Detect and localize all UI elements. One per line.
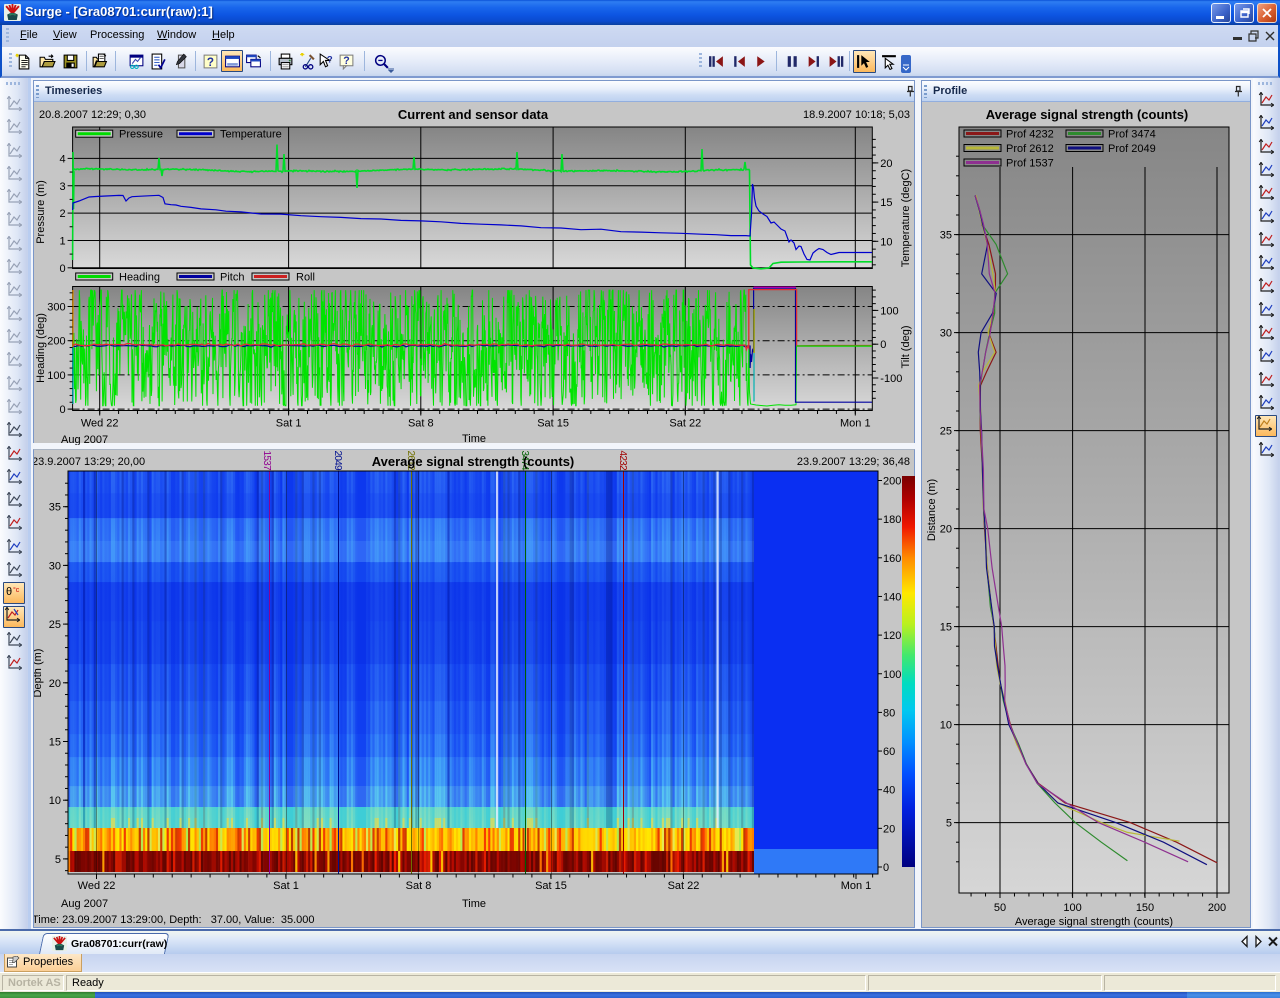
svg-text:140: 140: [883, 591, 901, 603]
svg-text:200: 200: [1208, 902, 1226, 914]
svg-text:Roll: Roll: [296, 272, 315, 284]
svg-text:Mon 1: Mon 1: [840, 418, 871, 430]
svg-text:25: 25: [940, 426, 952, 438]
svg-text:Sat 15: Sat 15: [535, 880, 567, 892]
svg-text:15: 15: [49, 737, 61, 749]
svg-text:Tilt (deg): Tilt (deg): [900, 326, 912, 369]
svg-text:°c: °c: [13, 586, 20, 594]
svg-text:35: 35: [49, 502, 61, 514]
svg-text:Time: Time: [462, 433, 486, 445]
svg-text:23.9.2007 13:29; 36,48: 23.9.2007 13:29; 36,48: [797, 456, 910, 468]
svg-text:Depth (m): Depth (m): [34, 649, 44, 698]
svg-text:5: 5: [55, 854, 61, 866]
svg-text:Average signal strength (count: Average signal strength (counts): [1015, 916, 1173, 928]
svg-text:Sat 1: Sat 1: [276, 418, 302, 430]
svg-text:Temperature: Temperature: [220, 129, 282, 141]
svg-text:80: 80: [883, 707, 895, 719]
svg-text:Time: 23.09.2007 13:29:00, Dep: Time: 23.09.2007 13:29:00, Depth: 37.00,…: [34, 914, 315, 926]
svg-text:Time: Time: [462, 898, 486, 910]
svg-text:1537: 1537: [261, 451, 272, 471]
svg-text:10: 10: [49, 795, 61, 807]
svg-text:20: 20: [880, 158, 892, 170]
svg-text:10: 10: [880, 236, 892, 248]
svg-text:Average signal strength (count: Average signal strength (counts): [372, 454, 575, 469]
svg-text:300: 300: [47, 302, 65, 314]
svg-text:Pitch: Pitch: [220, 272, 244, 284]
svg-text:100: 100: [880, 305, 898, 317]
svg-text:Heading: Heading: [119, 272, 160, 284]
svg-text:Wed 22: Wed 22: [81, 418, 119, 430]
svg-text:?: ?: [343, 55, 349, 67]
svg-text:Pressure (m): Pressure (m): [35, 180, 47, 244]
svg-text:18.9.2007 10:18; 5,03: 18.9.2007 10:18; 5,03: [803, 109, 910, 121]
svg-text:?: ?: [326, 54, 332, 65]
svg-text:0: 0: [880, 339, 886, 351]
svg-text:Mon 1: Mon 1: [841, 880, 872, 892]
svg-text:Distance (m): Distance (m): [926, 479, 938, 541]
svg-text:5: 5: [946, 818, 952, 830]
svg-text:2: 2: [59, 208, 65, 220]
svg-text:Temperature (degC): Temperature (degC): [900, 169, 912, 267]
svg-text:Current and sensor data: Current and sensor data: [398, 107, 549, 122]
svg-text:15: 15: [880, 197, 892, 209]
svg-text:15: 15: [940, 622, 952, 634]
svg-text:60: 60: [883, 746, 895, 758]
svg-text:180: 180: [883, 514, 901, 526]
svg-text:10: 10: [940, 720, 952, 732]
svg-text:Heading (deg): Heading (deg): [35, 313, 47, 383]
svg-text:Wed 22: Wed 22: [78, 880, 116, 892]
svg-text:200: 200: [47, 336, 65, 348]
svg-text:1: 1: [59, 235, 65, 247]
svg-text:Prof 3474: Prof 3474: [1108, 129, 1156, 141]
svg-text:Sat 22: Sat 22: [669, 418, 701, 430]
svg-text:Prof 2612: Prof 2612: [1006, 143, 1054, 155]
svg-text:30: 30: [940, 328, 952, 340]
svg-text:Aug 2007: Aug 2007: [61, 434, 108, 445]
svg-text:Prof 4232: Prof 4232: [1006, 129, 1054, 141]
svg-text:Pressure: Pressure: [119, 129, 163, 141]
svg-text:Sat 22: Sat 22: [668, 880, 700, 892]
svg-text:120: 120: [883, 630, 901, 642]
svg-text:Sat 8: Sat 8: [406, 880, 432, 892]
svg-text:20.8.2007 12:29; 0,30: 20.8.2007 12:29; 0,30: [39, 109, 146, 121]
svg-text:40: 40: [883, 785, 895, 797]
svg-text:θ: θ: [6, 586, 12, 598]
svg-text:0: 0: [59, 263, 65, 275]
svg-text:2049: 2049: [332, 451, 343, 471]
svg-text:Sat 8: Sat 8: [408, 418, 434, 430]
svg-text:4232: 4232: [617, 451, 628, 471]
svg-text:20: 20: [49, 678, 61, 690]
svg-text:30: 30: [49, 560, 61, 572]
svg-text:50: 50: [994, 902, 1006, 914]
svg-text:Aug 2007: Aug 2007: [61, 898, 108, 910]
svg-text:20: 20: [883, 823, 895, 835]
svg-text:23.9.2007 13:29; 20,00: 23.9.2007 13:29; 20,00: [34, 456, 145, 468]
svg-text:-100: -100: [880, 373, 902, 385]
svg-text:Prof 1537: Prof 1537: [1006, 158, 1054, 170]
svg-text:0: 0: [59, 404, 65, 416]
svg-text:?: ?: [206, 55, 213, 68]
svg-text:4: 4: [59, 153, 65, 165]
svg-text:100: 100: [47, 370, 65, 382]
svg-text:100: 100: [883, 669, 901, 681]
svg-text:100: 100: [1063, 902, 1081, 914]
svg-text:Prof 2049: Prof 2049: [1108, 143, 1156, 155]
svg-text:Average signal strength (count: Average signal strength (counts): [986, 107, 1189, 122]
svg-text:150: 150: [1136, 902, 1154, 914]
svg-text:20: 20: [940, 524, 952, 536]
svg-text:3: 3: [59, 181, 65, 193]
svg-text:35: 35: [940, 230, 952, 242]
svg-text:Sat 1: Sat 1: [273, 880, 299, 892]
svg-text:25: 25: [49, 619, 61, 631]
svg-text:160: 160: [883, 553, 901, 565]
svg-text:0: 0: [883, 862, 889, 874]
svg-text:200: 200: [883, 476, 901, 488]
svg-text:Sat 15: Sat 15: [537, 418, 569, 430]
